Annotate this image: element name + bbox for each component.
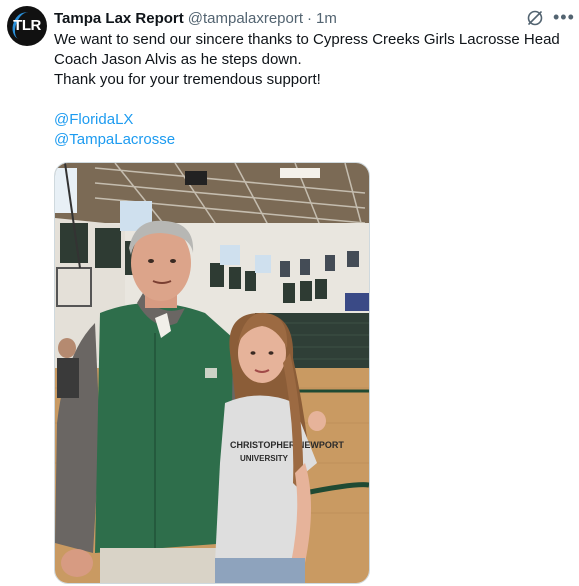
tweet-header: Tampa Lax Report @tampalaxreport · 1m bbox=[54, 8, 337, 28]
tweet-text-line: Thank you for your tremendous support! bbox=[54, 71, 321, 88]
author-name[interactable]: Tampa Lax Report bbox=[54, 10, 184, 27]
shirt-text: UNIVERSITY bbox=[240, 454, 289, 463]
author-handle[interactable]: @tampalaxreport bbox=[188, 10, 303, 27]
window bbox=[220, 245, 240, 265]
shirt-text: CHRISTOPHER NEWPORT bbox=[230, 440, 344, 450]
tweet-text-line: We want to send our sincere thanks to Cy… bbox=[54, 31, 560, 48]
separator-dot: · bbox=[307, 9, 313, 27]
tweet-text-line: Coach Jason Alvis as he steps down. bbox=[54, 51, 302, 68]
more-icon[interactable]: ••• bbox=[553, 7, 574, 27]
window bbox=[255, 255, 271, 273]
tweet-photo[interactable]: CHRISTOPHER NEWPORT UNIVERSITY bbox=[54, 162, 370, 584]
ceiling-light bbox=[280, 168, 320, 178]
avatar-logo-text: TLR bbox=[13, 17, 41, 34]
timestamp[interactable]: 1m bbox=[316, 10, 337, 27]
mention-tampalacrosse[interactable]: @TampaLacrosse bbox=[54, 131, 175, 148]
gym-photo-illustration: CHRISTOPHER NEWPORT UNIVERSITY bbox=[55, 163, 369, 583]
grok-icon[interactable] bbox=[526, 9, 544, 27]
avatar[interactable]: TLR bbox=[7, 6, 47, 46]
tweet-text: We want to send our sincere thanks to Cy… bbox=[54, 30, 574, 150]
tweet-card[interactable]: TLR Tampa Lax Report @tampalaxreport · 1… bbox=[0, 0, 579, 586]
speaker bbox=[185, 171, 207, 185]
bystander-figure bbox=[57, 338, 79, 398]
mention-floridalx[interactable]: @FloridaLX bbox=[54, 111, 133, 128]
sign bbox=[345, 293, 369, 311]
